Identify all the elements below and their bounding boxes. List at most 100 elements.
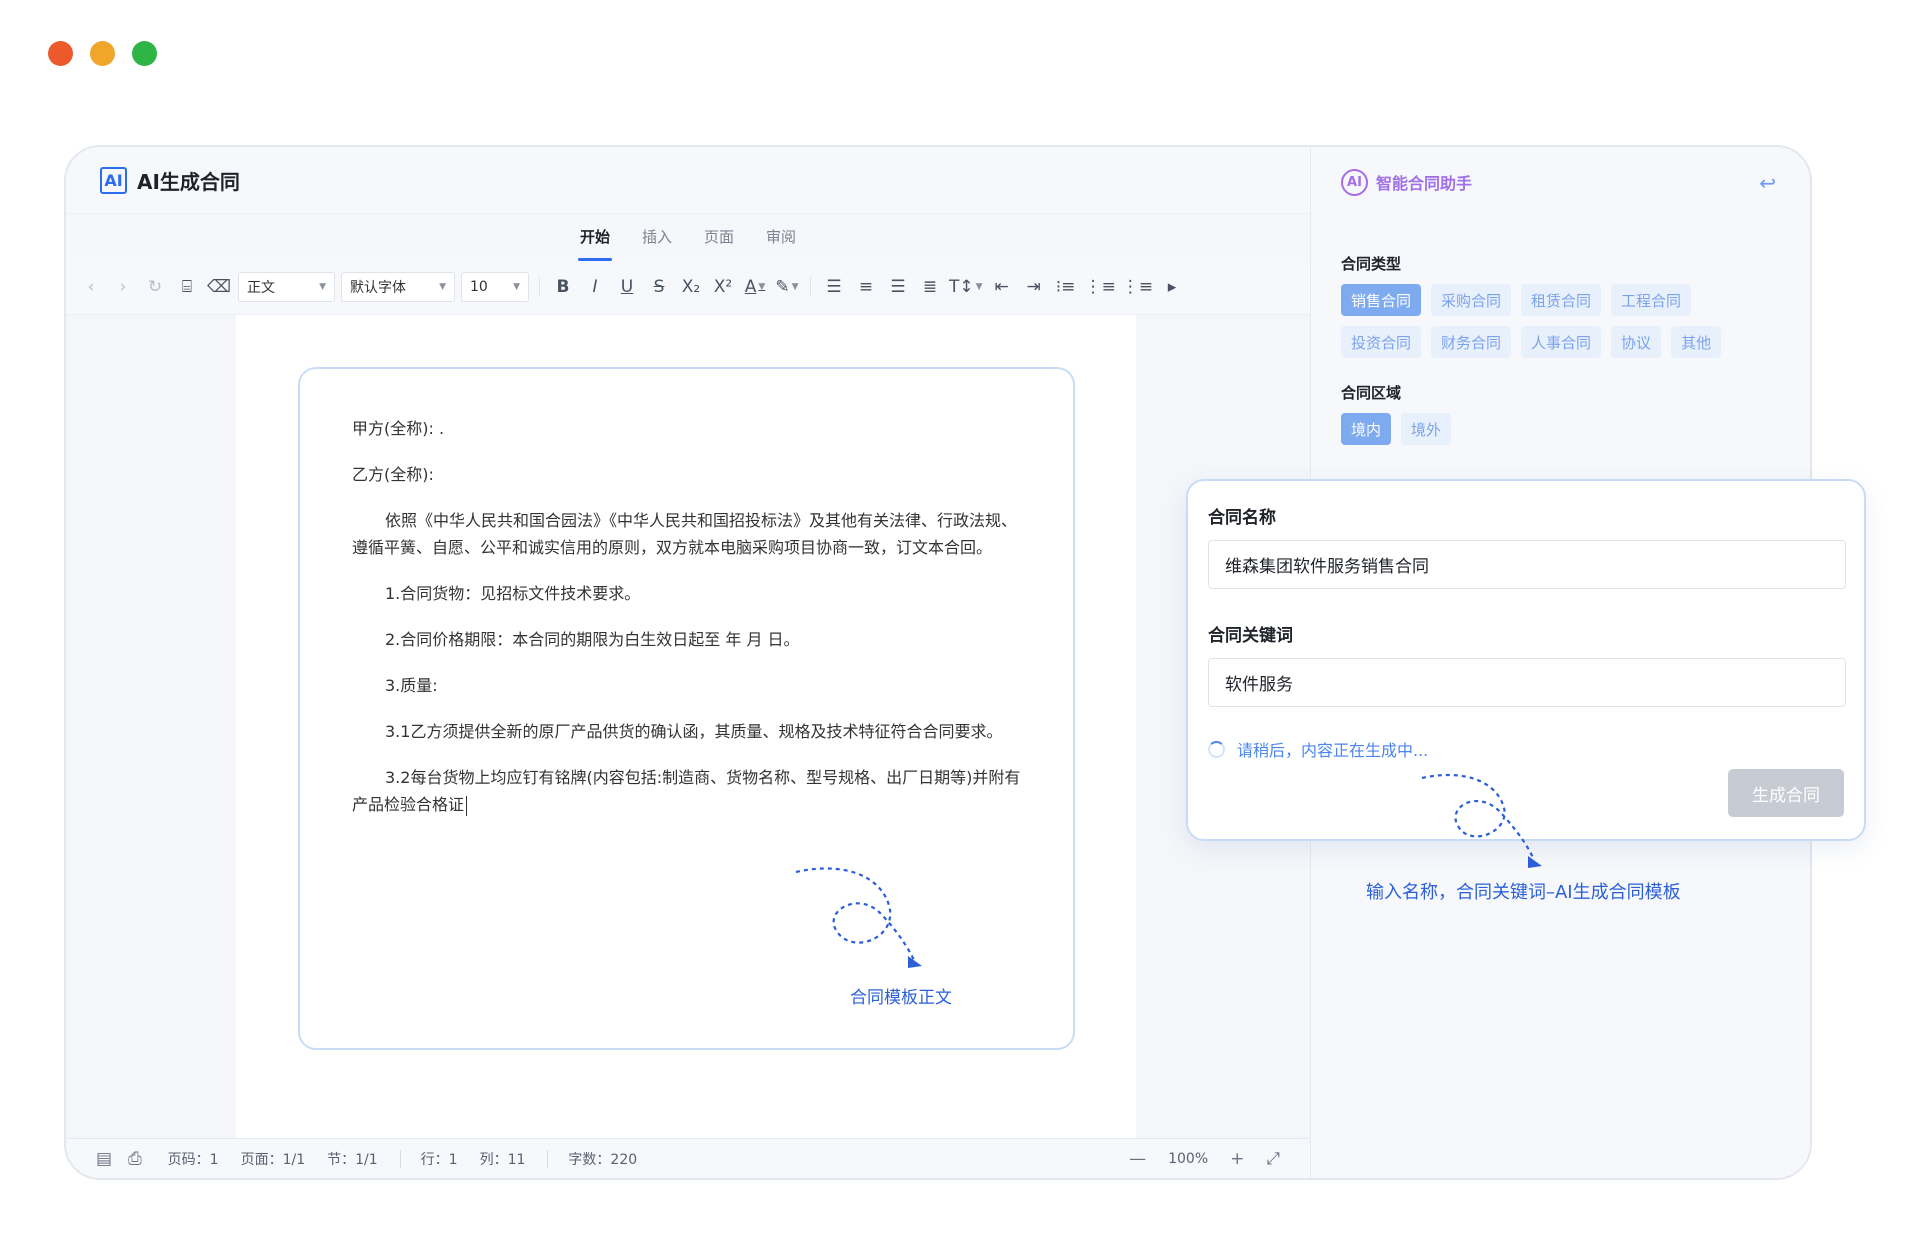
titlebar: AI AI生成合同 — [66, 147, 1310, 213]
doc-paragraph: 3.质量: — [385, 676, 438, 695]
align-center-icon[interactable]: ≡ — [853, 273, 879, 301]
indent-icon[interactable]: ⇥ — [1021, 273, 1047, 301]
redo-icon[interactable]: › — [110, 273, 136, 301]
align-left-icon[interactable]: ☰ — [821, 273, 847, 301]
region-label: 合同区域 — [1341, 384, 1402, 402]
editor-area: AI AI生成合同 开始 插入 页面 审阅 ‹ › ↻ ⌸ ⌫ 正文 ▼ 默认字体… — [66, 147, 1310, 1178]
style-select-value: 正文 — [247, 279, 275, 296]
tab-insert[interactable]: 插入 — [640, 220, 674, 253]
section-count: 节：1/1 — [327, 1151, 378, 1168]
assistant-title: 智能合同助手 — [1376, 174, 1473, 193]
chip-agreement[interactable]: 协议 — [1611, 326, 1662, 358]
divider — [547, 1149, 549, 1168]
zoom-level: 100% — [1168, 1150, 1209, 1167]
italic-icon[interactable]: I — [582, 273, 608, 301]
chip-purchase-contract[interactable]: 采购合同 — [1431, 284, 1512, 316]
format-painter-icon[interactable]: ⌸ — [174, 273, 200, 301]
outdent-icon[interactable]: ⇤ — [989, 273, 1015, 301]
window-controls — [48, 41, 157, 66]
font-color-icon[interactable]: A ▼ — [742, 273, 768, 301]
size-select-value: 10 — [470, 278, 488, 295]
document-page[interactable]: 甲方(全称): . 乙方(全称): 依照《中华人民共和国合园法》《中华人民共和国… — [236, 315, 1136, 1142]
contract-body[interactable]: 甲方(全称): . 乙方(全称): 依照《中华人民共和国合园法》《中华人民共和国… — [298, 367, 1075, 1050]
eraser-icon[interactable]: ⌫ — [206, 273, 232, 301]
size-select[interactable]: 10 ▼ — [461, 271, 529, 302]
chip-other[interactable]: 其他 — [1671, 326, 1722, 358]
chip-lease-contract[interactable]: 租赁合同 — [1521, 284, 1602, 316]
subscript-icon[interactable]: X₂ — [678, 273, 704, 301]
contract-name-input[interactable]: 维森集团软件服务销售合同 — [1208, 540, 1846, 589]
loading-text: 请稍后，内容正在生成中... — [1237, 741, 1429, 760]
line-number: 行：1 — [420, 1151, 458, 1168]
chip-investment-contract[interactable]: 投资合同 — [1341, 326, 1422, 358]
form-annotation: 输入名称，合同关键词–AI生成合同模板 — [1366, 882, 1681, 903]
contract-type-label: 合同类型 — [1341, 255, 1402, 273]
print-view-icon[interactable]: ⎙ — [128, 1149, 142, 1169]
loading-status: 请稍后，内容正在生成中... — [1208, 737, 1844, 761]
chip-finance-contract[interactable]: 财务合同 — [1431, 326, 1512, 358]
divider — [810, 276, 811, 297]
align-right-icon[interactable]: ☰ — [885, 273, 911, 301]
zoom-out-icon[interactable]: — — [1129, 1149, 1146, 1169]
underline-icon[interactable]: U — [614, 273, 640, 301]
region-chips: 境内 境外 — [1341, 413, 1761, 445]
undo-icon[interactable]: ‹ — [78, 273, 104, 301]
strikethrough-icon[interactable]: S — [646, 273, 672, 301]
highlight-icon[interactable]: ✎ ▼ — [774, 273, 800, 301]
fullscreen-icon[interactable]: ⤢ — [1266, 1149, 1280, 1169]
chip-engineering-contract[interactable]: 工程合同 — [1611, 284, 1692, 316]
spinner-icon — [1208, 740, 1225, 758]
document-view-icon[interactable]: ▤ — [96, 1149, 112, 1169]
chevron-down-icon: ▼ — [319, 281, 326, 292]
divider — [539, 276, 540, 297]
more-icon[interactable]: ▸ — [1159, 273, 1185, 301]
page-count: 页面：1/1 — [240, 1151, 306, 1168]
zoom-in-icon[interactable]: + — [1230, 1149, 1244, 1169]
doc-paragraph-last: 3.2每台货物上均应钉有铭牌(内容包括:制造商、货物名称、型号规格、出厂日期等)… — [352, 764, 1021, 818]
multilevel-list-icon[interactable]: ⋮≡ — [1122, 273, 1153, 301]
doc-paragraph: 3.1乙方须提供全新的原厂产品供货的确认函，其质量、规格及技术特征符合合同要求。 — [385, 722, 1003, 741]
back-icon[interactable]: ↩ — [1759, 171, 1776, 195]
tab-review[interactable]: 审阅 — [764, 220, 798, 253]
doc-paragraph: 1.合同货物：见招标文件技术要求。 — [385, 584, 641, 603]
bold-icon[interactable]: B — [550, 273, 576, 301]
chip-hr-contract[interactable]: 人事合同 — [1521, 326, 1602, 358]
superscript-icon[interactable]: X² — [710, 273, 736, 301]
divider — [399, 1149, 401, 1168]
style-select[interactable]: 正文 ▼ — [238, 271, 335, 302]
status-bar: ▤ ⎙ 页码：1 页面：1/1 节：1/1 行：1 列：11 字数：220 — … — [66, 1138, 1310, 1178]
contract-type-chips: 销售合同 采购合同 租赁合同 工程合同 投资合同 财务合同 人事合同 协议 其他 — [1341, 284, 1761, 358]
doc-paragraph: 依照《中华人民共和国合园法》《中华人民共和国招投标法》及其他有关法律、行政法规、… — [352, 511, 1018, 557]
chip-overseas[interactable]: 境外 — [1401, 413, 1452, 445]
column-number: 列：11 — [479, 1151, 526, 1168]
tab-page[interactable]: 页面 — [702, 220, 736, 253]
ai-assistant-icon: AI — [1341, 168, 1368, 196]
contract-keyword-input[interactable]: 软件服务 — [1208, 658, 1846, 707]
text-cursor — [466, 795, 468, 816]
chip-sales-contract[interactable]: 销售合同 — [1341, 284, 1422, 316]
repeat-icon[interactable]: ↻ — [142, 273, 168, 301]
generate-contract-button[interactable]: 生成合同 — [1728, 769, 1844, 817]
doc-paragraph: 乙方(全称): — [352, 465, 434, 484]
contract-keyword-label: 合同关键词 — [1208, 626, 1293, 646]
font-select[interactable]: 默认字体 ▼ — [341, 271, 455, 302]
word-count: 字数：220 — [568, 1151, 638, 1168]
justify-icon[interactable]: ≣ — [917, 273, 943, 301]
font-select-value: 默认字体 — [350, 279, 406, 296]
app-title: AI生成合同 — [137, 169, 240, 194]
maximize-dot[interactable] — [132, 41, 157, 66]
bullet-list-icon[interactable]: ⁝≡ — [1053, 273, 1079, 301]
ai-logo-icon: AI — [100, 166, 127, 194]
doc-paragraph: 2.合同价格期限：本合同的期限为白生效日起至 年 月 日。 — [385, 630, 800, 649]
zoom-controls: — 100% + ⤢ — [1129, 1149, 1280, 1169]
assistant-header: AI 智能合同助手 — [1311, 147, 1810, 217]
tab-start[interactable]: 开始 — [577, 220, 612, 261]
minimize-dot[interactable] — [90, 41, 115, 66]
numbered-list-icon[interactable]: ⋮≡ — [1085, 273, 1116, 301]
line-height-icon[interactable]: T↕ ▼ — [949, 273, 983, 301]
formatting-toolbar: ‹ › ↻ ⌸ ⌫ 正文 ▼ 默认字体 ▼ 10 ▼ B I U S X₂ X² A ▼… — [66, 259, 1310, 315]
doc-annotation: 合同模板正文 — [850, 988, 952, 1008]
chip-domestic[interactable]: 境内 — [1341, 413, 1392, 445]
document-canvas: 甲方(全称): . 乙方(全称): 依照《中华人民共和国合园法》《中华人民共和国… — [66, 315, 1310, 1142]
close-dot[interactable] — [48, 41, 73, 66]
